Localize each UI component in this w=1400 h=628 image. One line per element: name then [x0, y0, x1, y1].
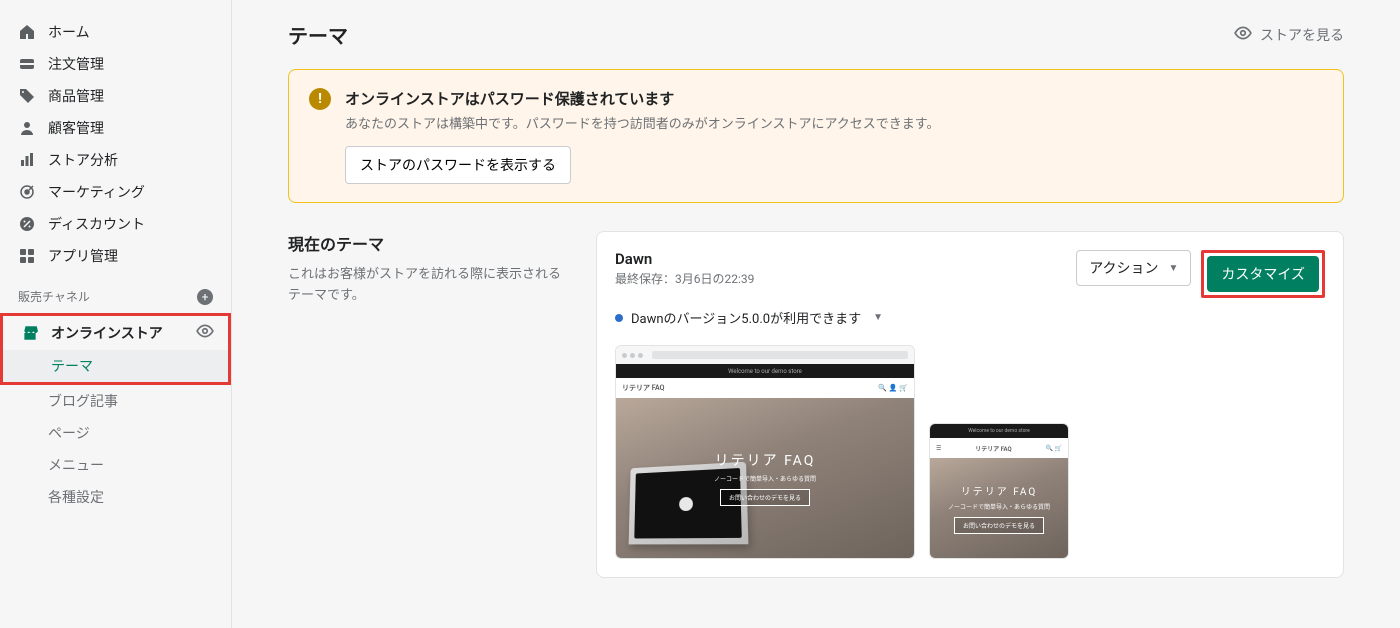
- browser-chrome: [616, 346, 914, 364]
- tag-icon: [18, 87, 36, 105]
- nav-products[interactable]: 商品管理: [0, 80, 231, 112]
- inbox-icon: [18, 55, 36, 73]
- preview-announcement: Welcome to our demo store: [616, 364, 914, 378]
- chevron-down-icon: ▼: [873, 312, 883, 323]
- nav-label: 注文管理: [48, 54, 104, 74]
- chevron-down-icon: ▼: [1169, 263, 1179, 274]
- nav-online-store[interactable]: オンラインストア: [3, 316, 228, 350]
- banner-text: あなたのストアは構築中です。パスワードを持つ訪問者のみがオンラインストアにアクセ…: [345, 113, 940, 132]
- main-content: テーマ ストアを見る ! オンラインストアはパスワード保護されています あなたの…: [232, 0, 1400, 628]
- preview-hero: リテリア FAQ ノーコードで簡単导入・あらゆる質問 お問い合わせのデモを見る: [930, 458, 1068, 558]
- actions-label: アクション: [1089, 258, 1158, 278]
- section-desc: これはお客様がストアを訪れる際に表示されるテーマです。: [288, 265, 568, 307]
- preview-header: ☰ リテリア FAQ 🔍 🛒: [930, 438, 1068, 458]
- nav-label: アプリ管理: [48, 246, 118, 266]
- nav-customers[interactable]: 顧客管理: [0, 112, 231, 144]
- sidebar: ホーム 注文管理 商品管理 顧客管理 ストア分析 マーケティング ディスカウント: [0, 0, 232, 628]
- preview-header-icons: 🔍 🛒: [1046, 445, 1062, 452]
- nav-analytics[interactable]: ストア分析: [0, 144, 231, 176]
- subnav-blog[interactable]: ブログ記事: [0, 385, 231, 417]
- warning-icon: !: [309, 88, 331, 110]
- home-icon: [18, 23, 36, 41]
- section-title: 現在のテーマ: [288, 231, 568, 255]
- nav-label: ストア分析: [48, 150, 118, 170]
- nav-apps[interactable]: アプリ管理: [0, 240, 231, 272]
- dot-icon: [615, 314, 623, 322]
- view-store-label: ストアを見る: [1260, 25, 1344, 45]
- nav-label: マーケティング: [48, 182, 145, 202]
- nav-label: オンラインストア: [51, 323, 163, 343]
- bars-icon: [18, 151, 36, 169]
- subnav-preferences[interactable]: 各種設定: [0, 481, 231, 513]
- eye-icon: [1234, 24, 1252, 46]
- version-text: Dawnのバージョン5.0.0が利用できます: [631, 308, 861, 327]
- nav-label: ホーム: [48, 22, 90, 42]
- preview-header-icons: 🔍 👤 🛒: [878, 384, 908, 392]
- nav-label: 顧客管理: [48, 118, 104, 138]
- nav-orders[interactable]: 注文管理: [0, 48, 231, 80]
- page-title: テーマ: [288, 20, 348, 49]
- channel-header: 販売チャネル +: [0, 272, 231, 313]
- highlight-annotation: オンラインストア テーマ: [0, 313, 231, 385]
- nav-label: 商品管理: [48, 86, 104, 106]
- theme-name: Dawn: [615, 250, 754, 268]
- nav-label: ディスカウント: [48, 214, 145, 234]
- theme-last-saved: 最終保存：3月6日の22:39: [615, 270, 754, 287]
- version-notice[interactable]: Dawnのバージョン5.0.0が利用できます ▼: [615, 308, 1325, 327]
- theme-previews: Welcome to our demo store リテリア FAQ 🔍 👤 🛒…: [615, 345, 1325, 559]
- subnav-themes[interactable]: テーマ: [3, 350, 228, 382]
- subnav-pages[interactable]: ページ: [0, 417, 231, 449]
- preview-desktop: Welcome to our demo store リテリア FAQ 🔍 👤 🛒…: [615, 345, 915, 559]
- nav-marketing[interactable]: マーケティング: [0, 176, 231, 208]
- preview-hero: リテリア FAQ ノーコードで簡単导入・あらゆる質問 お問い合わせのデモを見る: [616, 398, 914, 558]
- preview-announcement: Welcome to our demo store: [930, 424, 1068, 438]
- nav-home[interactable]: ホーム: [0, 16, 231, 48]
- person-icon: [18, 119, 36, 137]
- eye-icon[interactable]: [196, 322, 214, 344]
- channel-header-label: 販売チャネル: [18, 288, 90, 305]
- preview-header: リテリア FAQ 🔍 👤 🛒: [616, 378, 914, 398]
- menu-icon: ☰: [936, 445, 941, 452]
- show-password-button[interactable]: ストアのパスワードを表示する: [345, 146, 571, 184]
- current-theme-card: Dawn 最終保存：3月6日の22:39 アクション ▼ カスタマイズ: [596, 231, 1344, 578]
- subnav-navigation[interactable]: メニュー: [0, 449, 231, 481]
- grid-icon: [18, 247, 36, 265]
- banner-title: オンラインストアはパスワード保護されています: [345, 88, 940, 109]
- nav-discounts[interactable]: ディスカウント: [0, 208, 231, 240]
- view-store-link[interactable]: ストアを見る: [1234, 24, 1344, 46]
- preview-mobile: Welcome to our demo store ☰ リテリア FAQ 🔍 🛒…: [929, 423, 1069, 559]
- add-channel-button[interactable]: +: [197, 289, 213, 305]
- percent-icon: [18, 215, 36, 233]
- highlight-annotation: カスタマイズ: [1201, 250, 1325, 298]
- store-icon: [21, 324, 39, 342]
- customize-button[interactable]: カスタマイズ: [1207, 256, 1319, 292]
- theme-actions-dropdown[interactable]: アクション ▼: [1076, 250, 1191, 286]
- password-banner: ! オンラインストアはパスワード保護されています あなたのストアは構築中です。パ…: [288, 69, 1344, 203]
- target-icon: [18, 183, 36, 201]
